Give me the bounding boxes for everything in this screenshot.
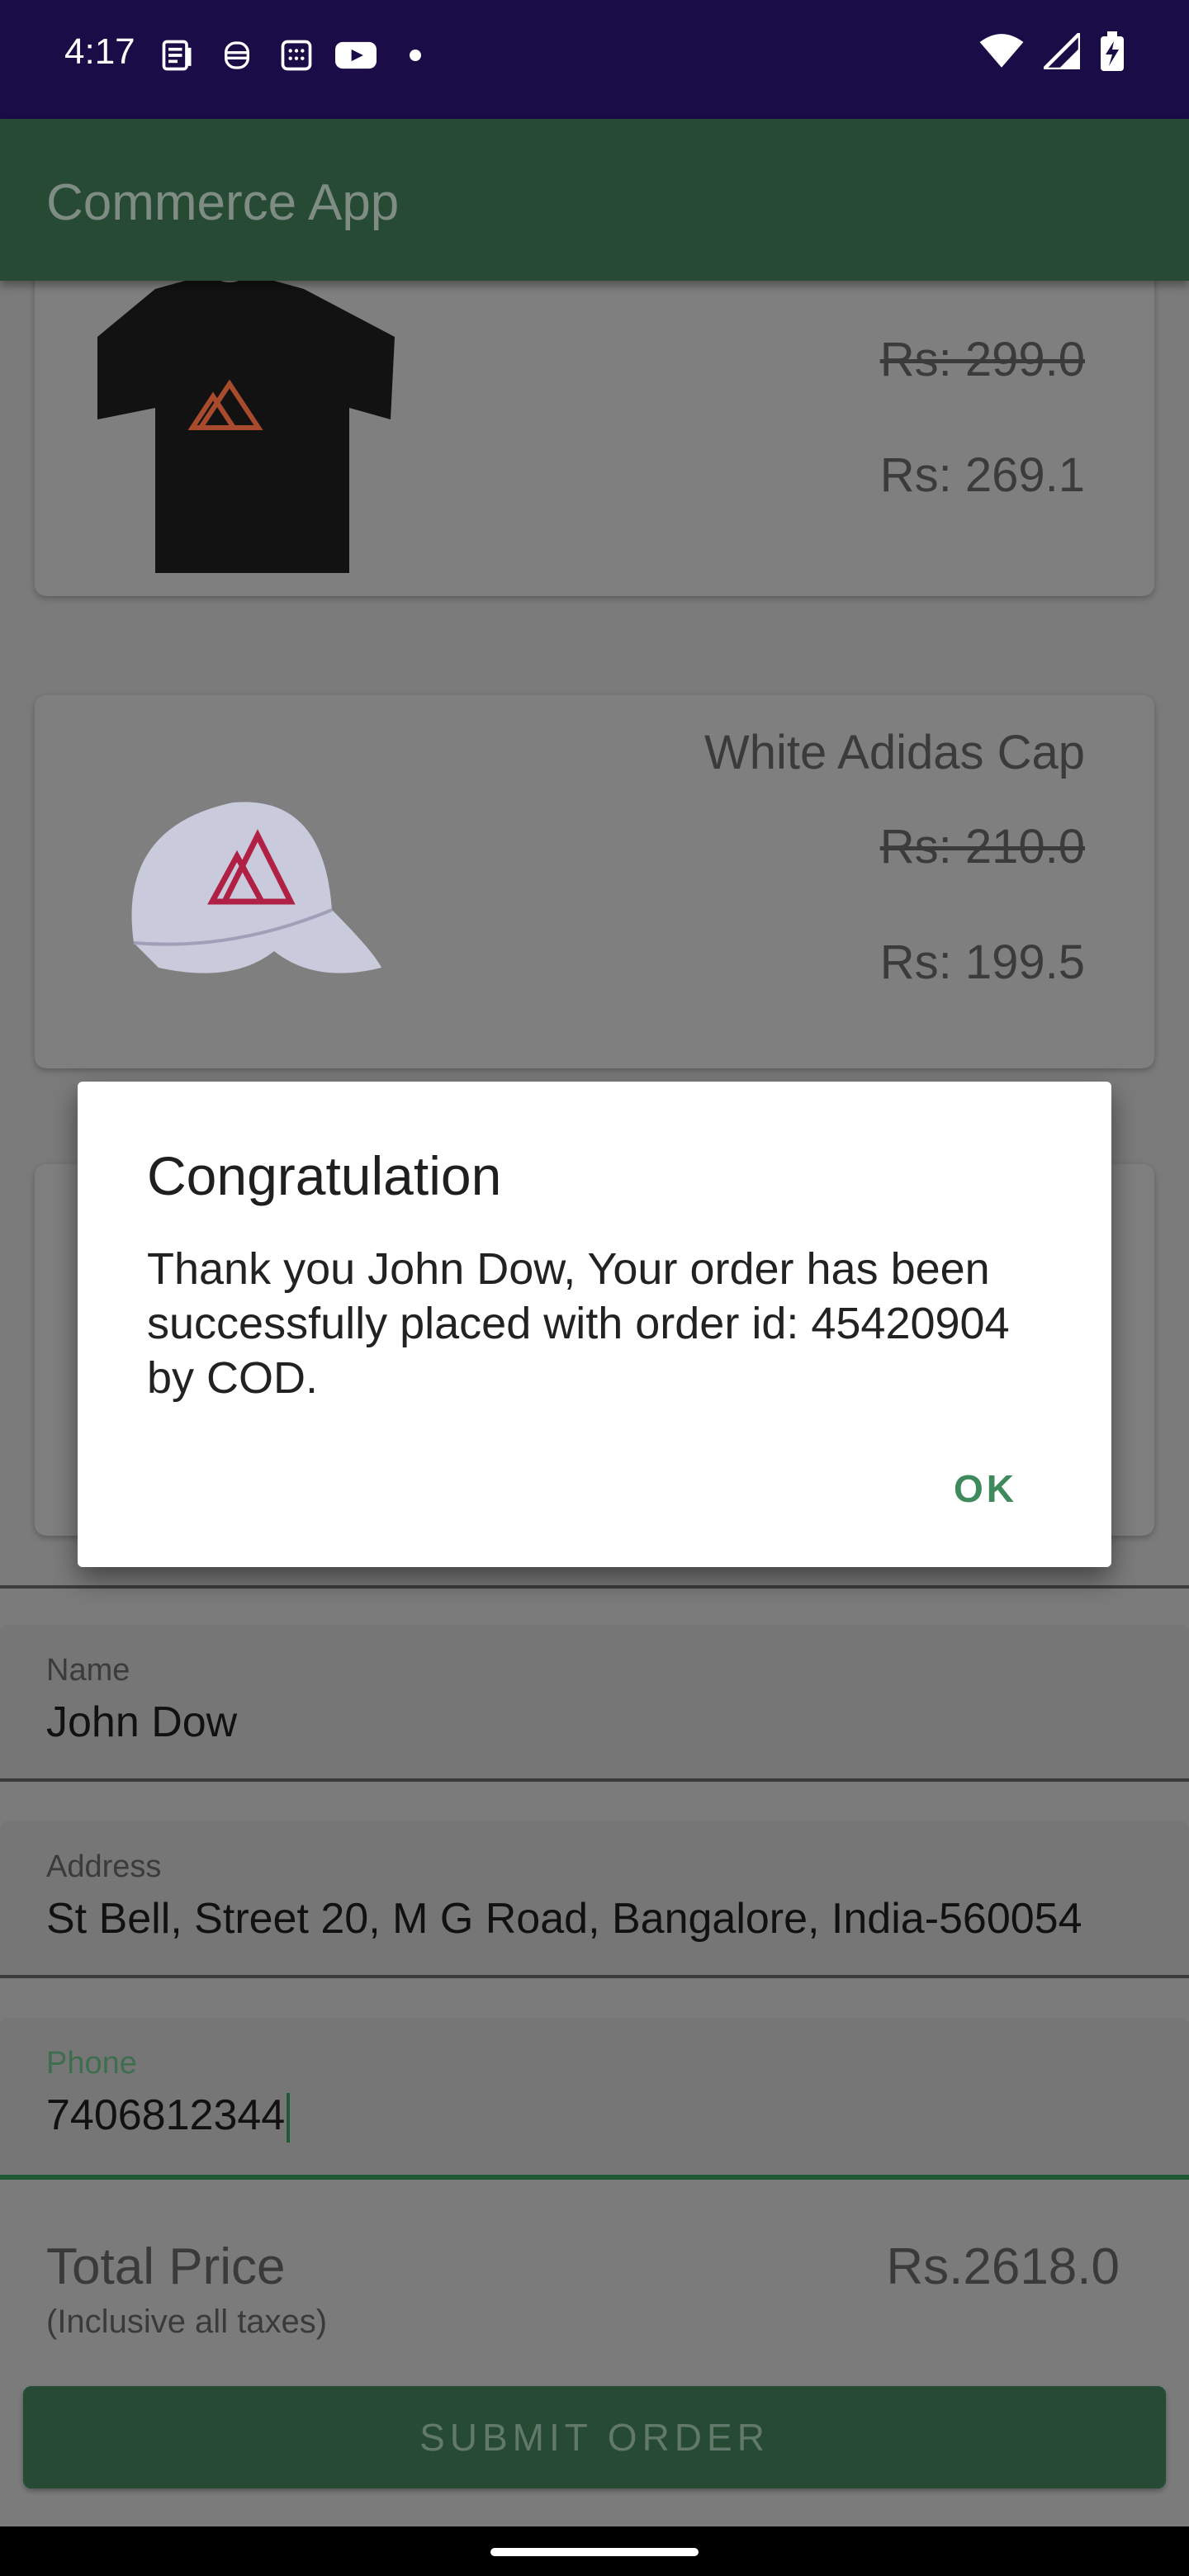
product-name: White Adidas Cap: [703, 726, 1085, 779]
total-price-sublabel: (Inclusive all taxes): [46, 2304, 328, 2340]
submit-order-button[interactable]: SUBMIT ORDER: [23, 2386, 1166, 2488]
security-icon: [216, 35, 258, 76]
address-field[interactable]: Address St Bell, Street 20, M G Road, Ba…: [0, 1821, 1189, 1978]
phone-field[interactable]: Phone 7406812344: [0, 2018, 1189, 2180]
address-input[interactable]: St Bell, Street 20, M G Road, Bangalore,…: [46, 1894, 1082, 1944]
dot-icon: [395, 35, 436, 76]
system-icons: [979, 28, 1125, 75]
total-price-label: Total Price: [46, 2238, 286, 2295]
phone-input[interactable]: 7406812344: [46, 2091, 291, 2143]
name-field-label: Name: [46, 1653, 130, 1688]
home-handle[interactable]: [490, 2548, 699, 2556]
product-price: Rs: 269.1: [879, 448, 1085, 502]
cap-image: [109, 778, 414, 1002]
product-name: Black T-Shirt: [814, 281, 1085, 291]
product-original-price: Rs: 299.0: [879, 333, 1085, 386]
product-card[interactable]: White Adidas Cap Rs: 210.0 Rs: 199.5: [35, 695, 1154, 1068]
battery-charging-icon: [1100, 31, 1125, 75]
dialog-title: Congratulation: [147, 1145, 502, 1206]
total-price-value: Rs.2618.0: [886, 2238, 1120, 2295]
status-time: 4:17: [64, 31, 135, 72]
phone-field-label: Phone: [46, 2046, 137, 2081]
signal-icon: [1039, 28, 1082, 73]
wifi-icon: [979, 33, 1024, 73]
product-card[interactable]: Black T-Shirt Rs: 299.0 Rs: 269.1: [35, 281, 1154, 596]
tshirt-image: [64, 281, 395, 573]
news-icon: [157, 35, 198, 76]
app-bar: Commerce App: [0, 119, 1189, 281]
notification-icons: [157, 33, 436, 78]
phone-value: 7406812344: [46, 2091, 286, 2139]
product-original-price: Rs: 210.0: [879, 820, 1085, 874]
divider: [0, 1585, 1189, 1589]
calculator-icon: [276, 35, 317, 76]
name-input[interactable]: John Dow: [46, 1698, 237, 1747]
dialog-message: Thank you John Dow, Your order has been …: [147, 1244, 1010, 1403]
navigation-bar: [0, 2526, 1189, 2576]
app-title: Commerce App: [46, 174, 400, 231]
ok-button[interactable]: OK: [954, 1466, 1017, 1511]
name-field[interactable]: Name John Dow: [0, 1625, 1189, 1782]
text-cursor: [287, 2093, 291, 2143]
order-confirmation-dialog: Congratulation Thank you John Dow, Your …: [78, 1082, 1111, 1567]
product-price: Rs: 199.5: [879, 935, 1085, 989]
status-bar: 4:17: [0, 0, 1189, 119]
youtube-icon: [335, 35, 377, 76]
address-field-label: Address: [46, 1849, 162, 1884]
